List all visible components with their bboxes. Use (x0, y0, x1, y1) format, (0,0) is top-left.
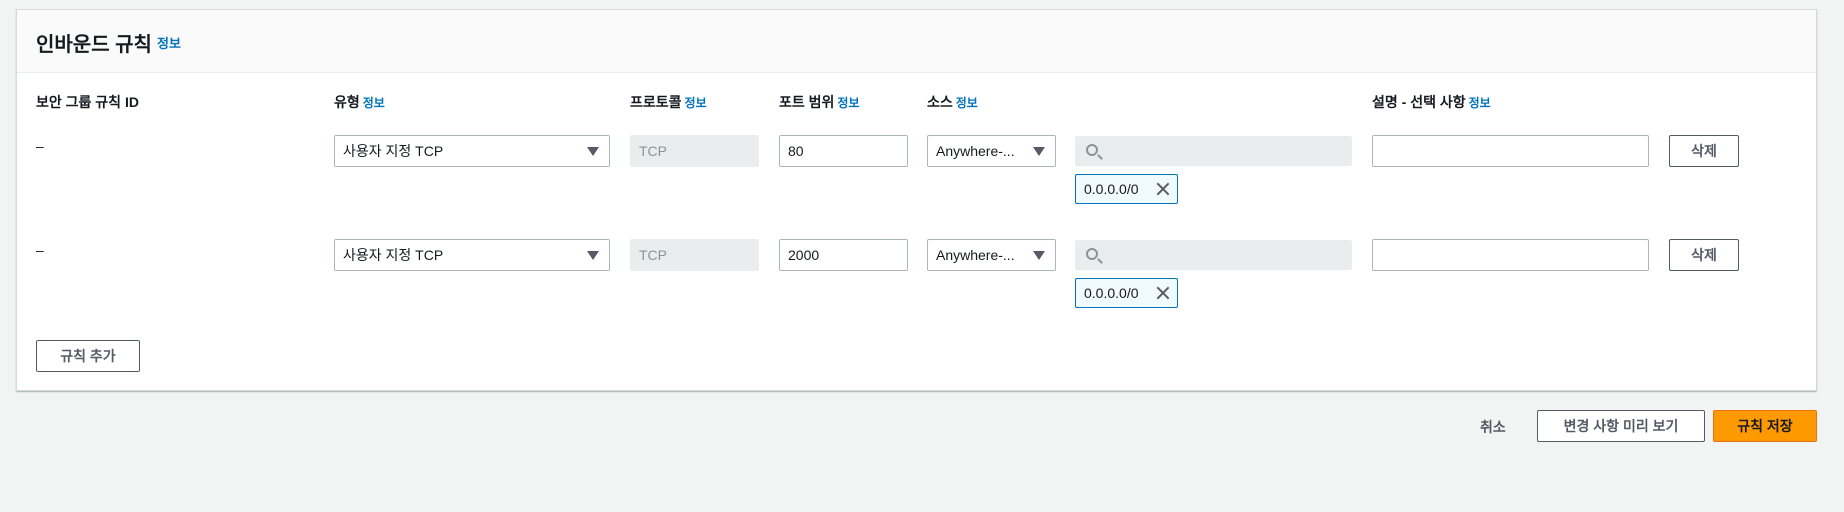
delete-rule-button[interactable]: 삭제 (1669, 239, 1739, 271)
port-range-input[interactable]: 2000 (779, 239, 908, 271)
description-input[interactable] (1372, 239, 1649, 271)
column-header-rule-id: 보안 그룹 규칙 ID (36, 92, 139, 112)
column-label-port-range: 포트 범위 (779, 94, 835, 110)
protocol-value: TCP (639, 143, 667, 159)
source-select-value: Anywhere-... (936, 247, 1015, 263)
type-info-link[interactable]: 정보 (363, 96, 385, 110)
description-input[interactable] (1372, 135, 1649, 167)
search-icon (1086, 248, 1098, 260)
cidr-token-label: 0.0.0.0/0 (1084, 181, 1139, 197)
cidr-token: 0.0.0.0/0 (1075, 174, 1178, 204)
panel-title: 인바운드 규칙 (36, 34, 152, 56)
delete-rule-label: 삭제 (1691, 143, 1717, 159)
caret-down-icon (587, 251, 599, 260)
add-rule-button[interactable]: 규칙 추가 (36, 340, 140, 372)
protocol-field: TCP (630, 239, 759, 271)
source-select[interactable]: Anywhere-... (927, 239, 1056, 271)
port-range-value: 2000 (788, 247, 820, 263)
source-select-value: Anywhere-... (936, 143, 1015, 159)
panel-header: 인바운드 규칙 정보 (17, 10, 1816, 73)
save-rules-label: 규칙 저장 (1737, 418, 1793, 434)
column-header-protocol: 프로토콜 정보 (630, 92, 707, 112)
caret-down-icon (1033, 251, 1045, 260)
protocol-value: TCP (639, 247, 667, 263)
port-range-info-link[interactable]: 정보 (837, 96, 859, 110)
preview-changes-button[interactable]: 변경 사항 미리 보기 (1537, 410, 1705, 442)
delete-rule-button[interactable]: 삭제 (1669, 135, 1739, 167)
protocol-field: TCP (630, 135, 759, 167)
delete-rule-label: 삭제 (1691, 247, 1717, 263)
caret-down-icon (1033, 147, 1045, 156)
title-info-link[interactable]: 정보 (157, 33, 181, 52)
remove-token-icon[interactable] (1155, 181, 1171, 197)
column-header-type: 유형 정보 (334, 92, 385, 112)
rule-id-value: – (36, 138, 44, 154)
description-info-link[interactable]: 정보 (1469, 96, 1491, 110)
remove-token-icon[interactable] (1155, 285, 1171, 301)
column-header-port-range: 포트 범위 정보 (779, 92, 860, 112)
save-rules-button[interactable]: 규칙 저장 (1713, 410, 1817, 442)
type-select[interactable]: 사용자 지정 TCP (334, 239, 610, 271)
cidr-search-input[interactable] (1075, 240, 1352, 270)
column-label-source: 소스 (927, 94, 953, 110)
column-header-source: 소스 정보 (927, 92, 978, 112)
preview-changes-label: 변경 사항 미리 보기 (1563, 418, 1679, 434)
cidr-token: 0.0.0.0/0 (1075, 278, 1178, 308)
column-label-protocol: 프로토콜 (630, 94, 682, 110)
column-header-description: 설명 - 선택 사항 정보 (1372, 92, 1491, 112)
add-rule-label: 규칙 추가 (60, 348, 116, 364)
column-label-type: 유형 (334, 94, 360, 110)
cancel-button[interactable]: 취소 (1480, 417, 1506, 437)
column-label-rule-id: 보안 그룹 규칙 ID (36, 94, 139, 110)
column-label-description: 설명 - 선택 사항 (1372, 94, 1466, 110)
type-select-value: 사용자 지정 TCP (343, 143, 444, 159)
inbound-rules-panel: 인바운드 규칙 정보 보안 그룹 규칙 ID 유형 정보 프로토콜 정보 포트 범위… (16, 9, 1817, 391)
source-info-link[interactable]: 정보 (956, 96, 978, 110)
port-range-input[interactable]: 80 (779, 135, 908, 167)
cidr-search-input[interactable] (1075, 136, 1352, 166)
rule-id-value: – (36, 242, 44, 258)
search-icon (1086, 144, 1098, 156)
port-range-value: 80 (788, 143, 804, 159)
source-select[interactable]: Anywhere-... (927, 135, 1056, 167)
cidr-token-label: 0.0.0.0/0 (1084, 285, 1139, 301)
protocol-info-link[interactable]: 정보 (685, 96, 707, 110)
caret-down-icon (587, 147, 599, 156)
type-select[interactable]: 사용자 지정 TCP (334, 135, 610, 167)
type-select-value: 사용자 지정 TCP (343, 247, 444, 263)
